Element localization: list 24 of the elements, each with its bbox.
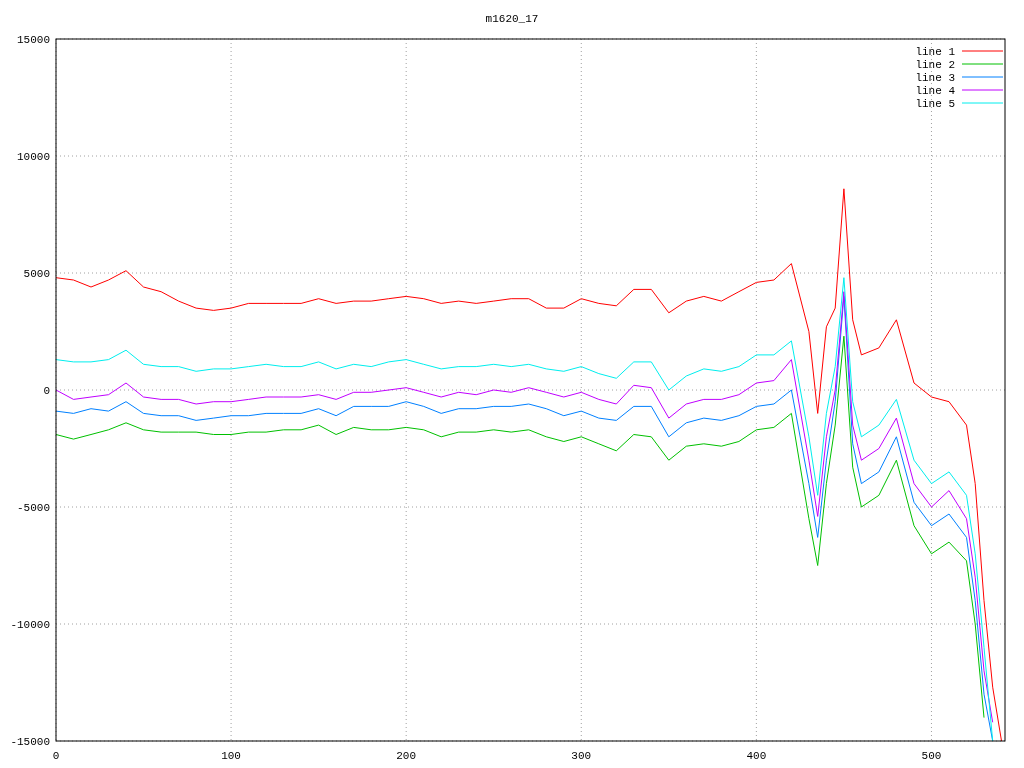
axis-tick-label: 100 [221, 750, 241, 762]
axis-tick-label: 500 [921, 750, 942, 762]
axis-tick-label: -5000 [17, 502, 50, 514]
axis-tick-label: 400 [746, 750, 767, 762]
axis-tick-label: 10000 [17, 151, 50, 163]
legend-line-sample [961, 76, 1004, 78]
legend-label: line 1 [915, 46, 955, 58]
legend-line-sample [961, 102, 1004, 104]
legend-line-sample [961, 89, 1004, 91]
axis-tick-label: 15000 [17, 34, 50, 46]
axis-tick-label: 300 [571, 750, 592, 762]
axis-tick-label: 200 [396, 750, 417, 762]
axis-tick-label: 0 [52, 750, 60, 762]
axis-tick-label: 0 [43, 385, 50, 397]
axis-tick-label: -10000 [10, 619, 50, 631]
legend-line-sample [961, 63, 1004, 65]
legend-label: line 4 [915, 85, 955, 97]
chart-title: m1620_17 [485, 13, 539, 25]
legend-label: line 5 [915, 98, 955, 110]
axis-tick-label: 5000 [23, 268, 50, 280]
legend-line-sample [961, 50, 1004, 52]
legend-label: line 3 [915, 72, 955, 84]
axis-tick-label: -15000 [10, 736, 50, 748]
legend-label: line 2 [915, 59, 955, 71]
